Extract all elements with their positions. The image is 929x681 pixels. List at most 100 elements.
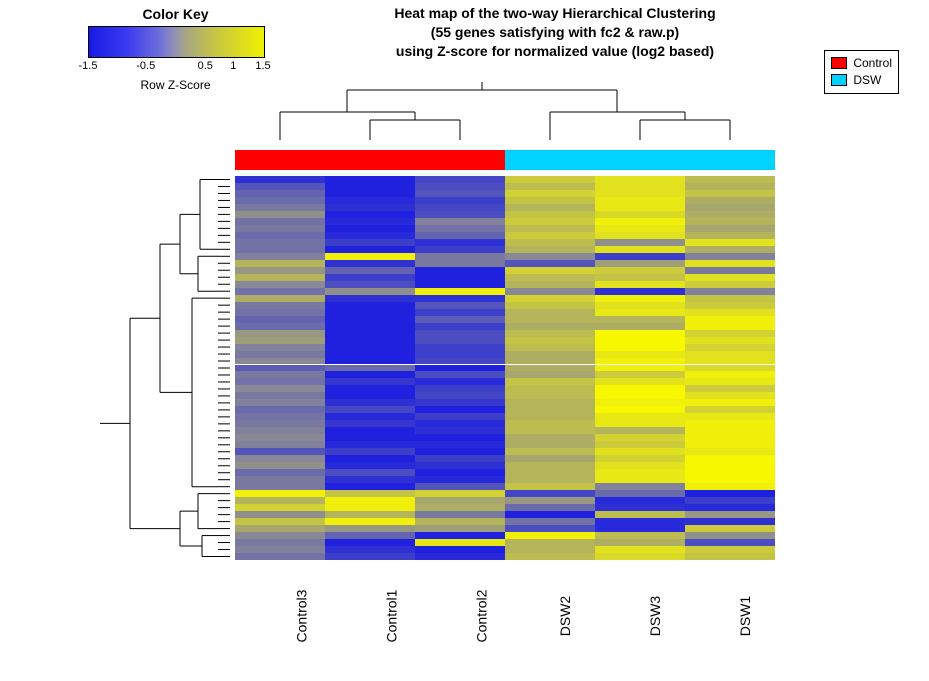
heatmap-cell xyxy=(325,427,415,434)
heatmap-cell xyxy=(505,358,595,365)
heatmap-cell xyxy=(685,302,775,309)
heatmap-cell xyxy=(325,448,415,455)
heatmap-cell xyxy=(685,546,775,553)
heatmap-row xyxy=(235,204,775,211)
heatmap-cell xyxy=(685,246,775,253)
heatmap-cell xyxy=(325,483,415,490)
heatmap-row xyxy=(235,406,775,413)
heatmap-row xyxy=(235,351,775,358)
sample-label: DSW3 xyxy=(647,596,663,636)
heatmap-cell xyxy=(595,330,685,337)
heatmap-cell xyxy=(595,434,685,441)
heatmap-cell xyxy=(595,316,685,323)
heatmap-cell xyxy=(595,448,685,455)
heatmap-row xyxy=(235,267,775,274)
heatmap-cell xyxy=(685,427,775,434)
heatmap-cell xyxy=(325,532,415,539)
heatmap-cell xyxy=(505,176,595,183)
heatmap-cell xyxy=(325,253,415,260)
legend-label-control: Control xyxy=(853,55,892,72)
heatmap-row xyxy=(235,525,775,532)
heatmap-cell xyxy=(595,427,685,434)
legend-label-dsw: DSW xyxy=(853,72,881,89)
heatmap-cell xyxy=(235,218,325,225)
heatmap-row xyxy=(235,211,775,218)
heatmap-cell xyxy=(685,525,775,532)
heatmap-cell xyxy=(685,211,775,218)
heatmap-cell xyxy=(685,365,775,372)
heatmap-cell xyxy=(325,211,415,218)
heatmap-cell xyxy=(325,330,415,337)
heatmap-cell xyxy=(595,232,685,239)
heatmap-cell xyxy=(595,351,685,358)
heatmap-cell xyxy=(325,176,415,183)
heatmap-cell xyxy=(235,211,325,218)
heatmap-cell xyxy=(595,399,685,406)
heatmap-cell xyxy=(415,385,505,392)
heatmap-cell xyxy=(685,351,775,358)
heatmap-cell xyxy=(595,218,685,225)
heatmap-cell xyxy=(685,330,775,337)
heatmap-cell xyxy=(415,190,505,197)
heatmap-cell xyxy=(415,504,505,511)
heatmap-cell xyxy=(595,302,685,309)
heatmap-cell xyxy=(505,274,595,281)
heatmap-cell xyxy=(325,365,415,372)
heatmap-cell xyxy=(595,385,685,392)
heatmap-cell xyxy=(415,497,505,504)
heatmap-cell xyxy=(235,295,325,302)
heatmap-cell xyxy=(595,281,685,288)
heatmap-cell xyxy=(415,295,505,302)
heatmap-cell xyxy=(415,392,505,399)
heatmap-cell xyxy=(505,267,595,274)
heatmap-cell xyxy=(685,218,775,225)
heatmap-cell xyxy=(685,462,775,469)
heatmap-cell xyxy=(505,309,595,316)
heatmap-row xyxy=(235,337,775,344)
heatmap-row xyxy=(235,497,775,504)
heatmap-row xyxy=(235,225,775,232)
heatmap-row xyxy=(235,518,775,525)
heatmap-cell xyxy=(685,204,775,211)
heatmap-row xyxy=(235,253,775,260)
heatmap-cell xyxy=(685,197,775,204)
heatmap-cell xyxy=(235,267,325,274)
heatmap-row xyxy=(235,274,775,281)
heatmap-cell xyxy=(415,399,505,406)
heatmap-cell xyxy=(505,455,595,462)
heatmap-cell xyxy=(595,476,685,483)
heatmap-row xyxy=(235,392,775,399)
heatmap-cell xyxy=(685,392,775,399)
heatmap-cell xyxy=(595,483,685,490)
heatmap-cell xyxy=(505,204,595,211)
heatmap-cell xyxy=(595,504,685,511)
heatmap-cell xyxy=(685,406,775,413)
color-key-panel: Color Key -1.5-0.50.511.5 Row Z-Score xyxy=(88,6,263,92)
heatmap-cell xyxy=(235,504,325,511)
heatmap-cell xyxy=(415,371,505,378)
heatmap-cell xyxy=(505,427,595,434)
heatmap-row xyxy=(235,490,775,497)
heatmap-cell xyxy=(415,232,505,239)
heatmap-cell xyxy=(595,246,685,253)
heatmap-cell xyxy=(505,239,595,246)
heatmap-cell xyxy=(595,183,685,190)
heatmap-cell xyxy=(685,190,775,197)
heatmap-cell xyxy=(505,462,595,469)
heatmap-cell xyxy=(685,274,775,281)
heatmap-cell xyxy=(325,183,415,190)
heatmap-cell xyxy=(415,309,505,316)
heatmap-cell xyxy=(685,441,775,448)
heatmap-cell xyxy=(595,295,685,302)
heatmap-cell xyxy=(325,288,415,295)
heatmap-cell xyxy=(685,483,775,490)
heatmap-row xyxy=(235,239,775,246)
heatmap-cell xyxy=(235,462,325,469)
heatmap-cell xyxy=(235,413,325,420)
heatmap-cell xyxy=(595,274,685,281)
legend-item-control: Control xyxy=(831,55,892,72)
heatmap-cell xyxy=(325,385,415,392)
heatmap-cell xyxy=(685,455,775,462)
heatmap-row xyxy=(235,553,775,560)
sample-labels: Control3Control1Control2DSW2DSW3DSW1 xyxy=(235,576,775,666)
